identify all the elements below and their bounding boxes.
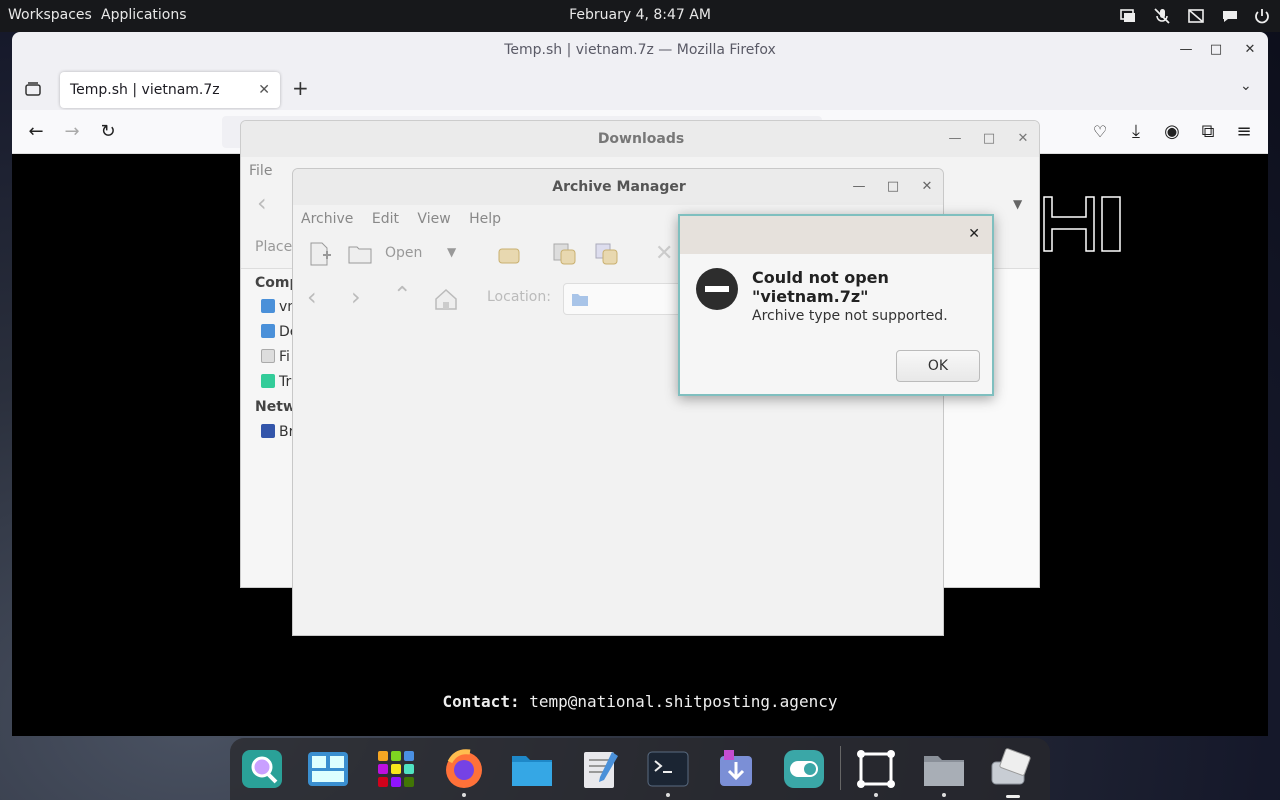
menu-file[interactable]: File	[249, 163, 272, 179]
dialog-message: Archive type not supported.	[752, 308, 948, 324]
toggle-app-icon[interactable]	[782, 748, 826, 790]
tab-strip: Temp.sh | vietnam.7z ✕ + ⌄	[12, 68, 1268, 110]
error-dialog: ✕ Could not open "vietnam.7z" Archive ty…	[678, 214, 994, 396]
extract-icon[interactable]	[495, 241, 523, 267]
downloads-icon[interactable]: ⤓	[1124, 120, 1148, 144]
power-icon[interactable]	[1252, 6, 1272, 26]
sidebar-item[interactable]: Br	[261, 424, 294, 440]
running-indicator	[874, 793, 878, 797]
dialog-title: Could not open "vietnam.7z"	[752, 268, 889, 306]
pocket-icon[interactable]: ♡	[1088, 120, 1112, 144]
error-icon	[696, 268, 738, 310]
up-icon[interactable]: ⌃	[393, 283, 411, 308]
contact-email[interactable]: temp@national.shitposting.agency	[529, 692, 837, 711]
firefox-icon[interactable]	[442, 748, 486, 790]
open-button[interactable]: Open	[385, 245, 422, 261]
maximize-button[interactable]: □	[981, 131, 997, 147]
add-files-icon[interactable]	[551, 241, 579, 267]
tab-active[interactable]: Temp.sh | vietnam.7z ✕	[60, 72, 280, 108]
menu-icon[interactable]: ≡	[1232, 120, 1256, 144]
window-title: Archive Manager	[293, 169, 943, 205]
forward-icon[interactable]: →	[60, 120, 84, 144]
open-dropdown-icon[interactable]: ▼	[447, 245, 456, 259]
maximize-button[interactable]: □	[1208, 42, 1224, 58]
network-off-icon[interactable]	[1186, 6, 1206, 26]
software-install-icon[interactable]	[714, 748, 758, 790]
tab-label: Temp.sh | vietnam.7z	[70, 82, 220, 98]
terminal-icon[interactable]	[646, 748, 690, 790]
menu-help[interactable]: Help	[469, 211, 501, 227]
close-button[interactable]: ✕	[1242, 42, 1258, 58]
close-button[interactable]: ✕	[919, 179, 935, 195]
minimize-button[interactable]: —	[1178, 42, 1194, 58]
sidebar-item[interactable]: Fi	[261, 349, 290, 365]
network-header: Netw	[255, 399, 296, 415]
workspaces-app-icon[interactable]	[306, 748, 350, 790]
dock-separator	[840, 746, 841, 790]
top-bar: Workspaces Applications February 4, 8:47…	[0, 0, 1280, 32]
running-indicator	[462, 793, 466, 797]
contact-label: Contact:	[442, 692, 520, 711]
search-app-icon[interactable]	[240, 748, 284, 790]
account-icon[interactable]: ◉	[1160, 120, 1184, 144]
speech-icon[interactable]	[1220, 6, 1240, 26]
text-editor-icon[interactable]	[578, 748, 622, 790]
home-icon[interactable]	[433, 287, 459, 311]
list-all-tabs-icon[interactable]: ⌄	[1240, 78, 1252, 94]
running-indicator	[666, 793, 670, 797]
folder-icon	[572, 294, 588, 306]
menu-view[interactable]: View	[417, 211, 450, 227]
archive-manager-icon[interactable]	[988, 748, 1032, 790]
forward-icon[interactable]: ›	[351, 283, 361, 311]
display-icon[interactable]	[1118, 6, 1138, 26]
extensions-icon[interactable]: ⧉	[1196, 120, 1220, 144]
back-icon[interactable]: ‹	[257, 189, 267, 217]
window-title: Temp.sh | vietnam.7z — Mozilla Firefox	[12, 32, 1268, 68]
reload-icon[interactable]: ↻	[96, 120, 120, 144]
sidebar-item[interactable]: Tr	[261, 374, 291, 390]
delete-icon[interactable]: ✕	[655, 241, 673, 266]
minimize-button[interactable]: —	[851, 179, 867, 195]
minimize-button[interactable]: —	[947, 131, 963, 147]
back-icon[interactable]: ‹	[307, 283, 317, 311]
contact-line: Contact: temp@national.shitposting.agenc…	[12, 692, 1268, 711]
location-field[interactable]	[563, 283, 683, 315]
dialog-header: ✕	[680, 216, 992, 254]
active-indicator	[1006, 795, 1020, 798]
window-title: Downloads	[241, 121, 1039, 157]
open-archive-icon[interactable]	[347, 241, 373, 267]
app-grid-icon[interactable]	[374, 748, 418, 790]
site-logo	[1043, 196, 1121, 252]
running-indicator	[942, 793, 946, 797]
close-dialog-icon[interactable]: ✕	[968, 226, 980, 242]
dropdown-icon[interactable]: ▼	[1013, 197, 1022, 211]
sidebar-item[interactable]: vn	[261, 299, 296, 315]
dock	[230, 738, 1050, 800]
menu-edit[interactable]: Edit	[372, 211, 399, 227]
close-button[interactable]: ✕	[1015, 131, 1031, 147]
tab-overview-icon[interactable]	[24, 80, 42, 98]
maximize-button[interactable]: □	[885, 179, 901, 195]
new-tab-button[interactable]: +	[292, 76, 309, 100]
screenshot-tool-icon[interactable]	[854, 748, 898, 790]
location-label: Location:	[487, 289, 551, 305]
add-folder-icon[interactable]	[593, 241, 621, 267]
new-archive-icon[interactable]	[307, 241, 333, 267]
file-manager-icon[interactable]	[922, 748, 966, 790]
mic-muted-icon[interactable]	[1152, 6, 1172, 26]
files-icon[interactable]	[510, 748, 554, 790]
back-icon[interactable]: ←	[24, 120, 48, 144]
menu-archive[interactable]: Archive	[301, 211, 353, 227]
clock[interactable]: February 4, 8:47 AM	[0, 7, 1280, 23]
ok-button[interactable]: OK	[896, 350, 980, 382]
close-tab-icon[interactable]: ✕	[258, 72, 270, 108]
